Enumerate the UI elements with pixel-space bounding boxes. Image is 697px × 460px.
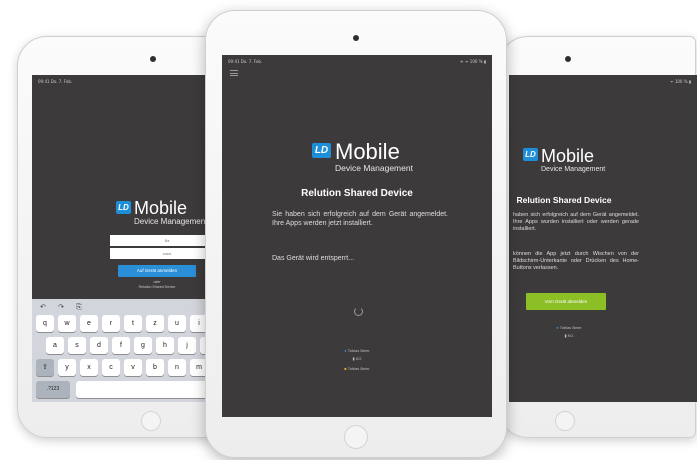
front-camera [150, 56, 156, 62]
logo-subtitle: Device Management [335, 163, 413, 173]
screen-title: Relution Shared Device [516, 195, 612, 205]
home-button[interactable] [555, 411, 575, 431]
keyboard-row-3: ⇧ y x c v b n m ! [36, 359, 224, 376]
right-tablet: ᯤ 100 % ▮ LD Mobile Device Management Re… [498, 36, 697, 438]
shared-device-link[interactable]: Relution Shared Device [118, 285, 196, 289]
key-b[interactable]: b [146, 359, 164, 376]
key-s[interactable]: s [68, 337, 86, 354]
status-time: 09:41 Do. 7. Feb. [38, 79, 73, 84]
on-screen-keyboard: ↶ ↷ ⎘ q w e r t z u i o a s d f g h j k [32, 299, 224, 402]
user-name: ● Tobias Beier [556, 325, 582, 330]
front-camera [353, 35, 359, 41]
keyboard-row-1: q w e r t z u i o [36, 315, 224, 332]
logo-subtitle: Device Management [541, 166, 606, 173]
ld-logo-icon: LD [312, 143, 331, 158]
key-n[interactable]: n [168, 359, 186, 376]
key-r[interactable]: r [102, 315, 120, 332]
numbers-key[interactable]: .?123 [36, 381, 70, 398]
user-id: ▮ KG [564, 333, 574, 338]
key-f[interactable]: f [112, 337, 130, 354]
key-z[interactable]: z [146, 315, 164, 332]
ld-mobile-logo: LD Mobile Device Management [523, 147, 605, 173]
key-w[interactable]: w [58, 315, 76, 332]
logo-wordmark: Mobile [335, 139, 400, 164]
key-x[interactable]: x [80, 359, 98, 376]
ld-logo-icon: LD [116, 201, 131, 214]
home-button[interactable] [141, 411, 161, 431]
status-bar: 09:41 Do. 7. Feb. ✈ ᯤ 100 % ▮ [228, 59, 486, 65]
badge-icon: ▮ [564, 333, 567, 338]
space-bar[interactable] [76, 381, 220, 398]
success-text: Sie haben sich erfolgreich auf dem Gerät… [272, 211, 448, 227]
status-indicators: ✈ ᯤ 100 % ▮ [460, 59, 486, 64]
key-c[interactable]: c [102, 359, 120, 376]
menu-icon[interactable] [230, 70, 238, 78]
key-y[interactable]: y [58, 359, 76, 376]
status-indicators: ᯤ 100 % ▮ [669, 79, 691, 84]
login-button[interactable]: Auf Gerät anmelden [118, 265, 196, 277]
key-t[interactable]: t [124, 315, 142, 332]
ld-logo-icon: LD [523, 148, 538, 161]
key-e[interactable]: e [80, 315, 98, 332]
screen-title: Relution Shared Device [301, 188, 413, 199]
status-bar: 09:41 Do. 7. Feb. [38, 79, 218, 85]
success-text: haben sich erfolgreich auf dem Gerät ang… [513, 212, 639, 233]
keyboard-row-2: a s d f g h j k [46, 337, 218, 354]
keyboard-toolbar[interactable]: ↶ ↷ ⎘ [40, 303, 87, 312]
logout-button[interactable]: Vom Gerät abmelden [526, 293, 606, 310]
loading-spinner [354, 307, 363, 316]
key-u[interactable]: u [168, 315, 186, 332]
key-h[interactable]: h [156, 337, 174, 354]
key-j[interactable]: j [178, 337, 196, 354]
user-group: ■ Tobias Beier [344, 366, 370, 371]
badge-icon: ▮ [352, 356, 355, 361]
logo-wordmark: Mobile [134, 198, 188, 218]
key-q[interactable]: q [36, 315, 54, 332]
login-screen: 09:41 Do. 7. Feb. LD Mobile Device Manag… [32, 75, 224, 402]
person-icon: ● [344, 348, 347, 353]
unlocking-status: Das Gerät wird entsperrt... [272, 255, 355, 262]
home-button[interactable] [344, 425, 368, 449]
exit-hint-text: können die App jetzt durch Wischen von d… [513, 251, 639, 272]
logo-wordmark: Mobile [541, 146, 595, 166]
user-id: ▮ KG [352, 356, 362, 361]
status-bar: ᯤ 100 % ▮ [515, 79, 691, 85]
or-label: oder [153, 280, 161, 284]
key-a[interactable]: a [46, 337, 64, 354]
front-camera [565, 56, 571, 62]
shift-key[interactable]: ⇧ [36, 359, 54, 376]
key-g[interactable]: g [134, 337, 152, 354]
confirmation-screen: ᯤ 100 % ▮ LD Mobile Device Management Re… [509, 75, 697, 402]
key-v[interactable]: v [124, 359, 142, 376]
keyboard-row-4: .?123 [36, 381, 70, 398]
user-name: ● Tobias Beier [344, 348, 370, 353]
key-d[interactable]: d [90, 337, 108, 354]
center-tablet: 09:41 Do. 7. Feb. ✈ ᯤ 100 % ▮ LD Mobile … [205, 10, 507, 458]
ld-mobile-logo: LD Mobile Device Management [116, 199, 207, 226]
person-icon: ● [556, 325, 559, 330]
installing-screen: 09:41 Do. 7. Feb. ✈ ᯤ 100 % ▮ LD Mobile … [222, 55, 492, 417]
status-time: 09:41 Do. 7. Feb. [228, 59, 263, 64]
logo-subtitle: Device Management [134, 217, 208, 226]
left-tablet: 09:41 Do. 7. Feb. LD Mobile Device Manag… [17, 36, 235, 438]
folder-icon: ■ [344, 366, 347, 371]
ld-mobile-logo: LD Mobile Device Management [312, 141, 413, 173]
